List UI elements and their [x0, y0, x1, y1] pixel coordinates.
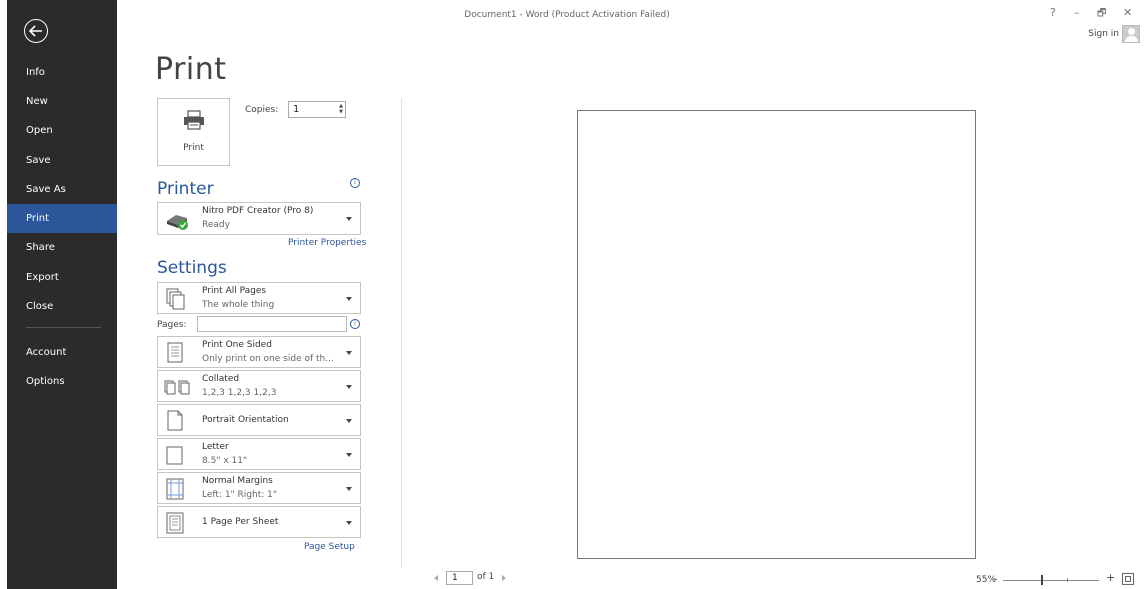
sidebar-item-save-as[interactable]: Save As	[7, 175, 117, 204]
info-icon[interactable]: i	[350, 319, 360, 329]
pages-per-sheet-icon	[166, 512, 184, 534]
pages-per-sheet-label: 1 Page Per Sheet	[202, 517, 279, 527]
window-left-edge	[0, 0, 7, 589]
chevron-down-icon	[346, 385, 352, 389]
window-title: Document1 - Word (Product Activation Fai…	[464, 10, 670, 20]
print-range-label: Print All Pages	[202, 286, 267, 296]
margins-desc: Left: 1" Right: 1"	[202, 490, 278, 500]
current-page-input[interactable]: 1	[446, 571, 473, 585]
print-range-dropdown[interactable]: Print All Pages The whole thing	[157, 282, 361, 314]
sidebar-item-save[interactable]: Save	[7, 146, 117, 175]
portrait-icon	[167, 410, 183, 431]
zoom-slider-thumb[interactable]	[1041, 575, 1043, 585]
close-icon[interactable]: ✕	[1123, 6, 1132, 19]
paper-size-icon	[166, 446, 183, 465]
margins-label: Normal Margins	[202, 476, 273, 486]
copies-value: 1	[293, 104, 300, 115]
sidebar-item-close[interactable]: Close	[7, 292, 117, 321]
printer-ready-icon	[167, 215, 188, 230]
printer-dropdown[interactable]: Nitro PDF Creator (Pro 8) Ready	[157, 202, 361, 235]
chevron-down-icon	[346, 217, 352, 221]
pages-per-sheet-dropdown[interactable]: 1 Page Per Sheet	[157, 506, 361, 538]
help-icon[interactable]: ?	[1050, 6, 1056, 19]
title-bar: Document1 - Word (Product Activation Fai…	[117, 0, 1144, 28]
page-title: Print	[155, 52, 227, 87]
sidebar-item-print[interactable]: Print	[7, 204, 117, 233]
collation-dropdown[interactable]: Collated 1,2,3 1,2,3 1,2,3	[157, 370, 361, 402]
pages-label: Pages:	[157, 320, 187, 330]
sidebar-divider	[26, 327, 101, 328]
printer-status: Ready	[202, 220, 230, 230]
copies-stepper[interactable]: 1 ▲ ▼	[288, 101, 346, 118]
printer-heading: Printer	[157, 179, 214, 199]
chevron-down-icon	[346, 297, 352, 301]
margins-dropdown[interactable]: Normal Margins Left: 1" Right: 1"	[157, 472, 361, 504]
collation-label: Collated	[202, 374, 240, 384]
collated-icon	[164, 380, 190, 395]
sidebar-item-info[interactable]: Info	[7, 58, 117, 87]
sidebar-item-options[interactable]: Options	[7, 367, 117, 396]
backstage-sidebar: Info New Open Save Save As Print Share E…	[7, 0, 117, 589]
collation-desc: 1,2,3 1,2,3 1,2,3	[202, 388, 277, 398]
sidebar-item-share[interactable]: Share	[7, 233, 117, 262]
restore-icon[interactable]: 🗗	[1097, 6, 1106, 23]
back-button[interactable]	[24, 19, 48, 43]
printer-properties-link[interactable]: Printer Properties	[288, 238, 366, 248]
copies-label: Copies:	[245, 105, 279, 115]
back-arrow-icon	[29, 25, 42, 37]
zoom-slider[interactable]	[1003, 580, 1099, 581]
sidebar-item-export[interactable]: Export	[7, 263, 117, 292]
zoom-to-page-icon[interactable]	[1122, 573, 1134, 585]
prev-page-icon[interactable]	[434, 575, 438, 581]
page-setup-link[interactable]: Page Setup	[304, 542, 355, 552]
pane-divider	[401, 98, 402, 568]
chevron-down-icon	[346, 521, 352, 525]
orientation-label: Portrait Orientation	[202, 415, 289, 425]
print-preview-page	[577, 110, 976, 559]
print-range-desc: The whole thing	[202, 300, 275, 310]
sidebar-item-account[interactable]: Account	[7, 338, 117, 367]
zoom-slider-center-tick	[1067, 578, 1068, 582]
page-count: of 1	[477, 572, 495, 582]
pages-input[interactable]	[197, 316, 347, 332]
chevron-down-icon	[346, 487, 352, 491]
sidebar-item-open[interactable]: Open	[7, 116, 117, 145]
paper-size-desc: 8.5" x 11"	[202, 456, 248, 466]
margins-icon	[166, 478, 184, 500]
print-button-label: Print	[183, 143, 204, 153]
printer-name: Nitro PDF Creator (Pro 8)	[202, 206, 314, 216]
paper-size-label: Letter	[202, 442, 229, 452]
avatar-icon[interactable]	[1122, 25, 1140, 43]
one-sided-icon	[167, 342, 183, 363]
orientation-dropdown[interactable]: Portrait Orientation	[157, 404, 361, 436]
zoom-in-icon[interactable]: +	[1106, 571, 1115, 584]
sidebar-item-new[interactable]: New	[7, 87, 117, 116]
pages-icon	[166, 288, 185, 310]
sides-dropdown[interactable]: Print One Sided Only print on one side o…	[157, 336, 361, 368]
next-page-icon[interactable]	[502, 575, 506, 581]
chevron-down-icon	[346, 453, 352, 457]
info-icon[interactable]: i	[350, 178, 360, 188]
paper-size-dropdown[interactable]: Letter 8.5" x 11"	[157, 438, 361, 470]
sides-label: Print One Sided	[202, 340, 272, 350]
sides-desc: Only print on one side of th...	[202, 354, 334, 364]
sign-in-link[interactable]: Sign in	[1088, 29, 1119, 39]
settings-heading: Settings	[157, 258, 227, 278]
zoom-out-icon[interactable]: –	[992, 572, 998, 585]
minimize-icon[interactable]: –	[1074, 6, 1080, 19]
printer-icon	[184, 110, 204, 130]
spinner-icon[interactable]: ▲ ▼	[339, 103, 343, 115]
print-button[interactable]: Print	[157, 98, 230, 166]
window-controls: ? – 🗗 ✕	[1034, 6, 1144, 20]
chevron-down-icon	[346, 419, 352, 423]
chevron-down-icon	[346, 351, 352, 355]
